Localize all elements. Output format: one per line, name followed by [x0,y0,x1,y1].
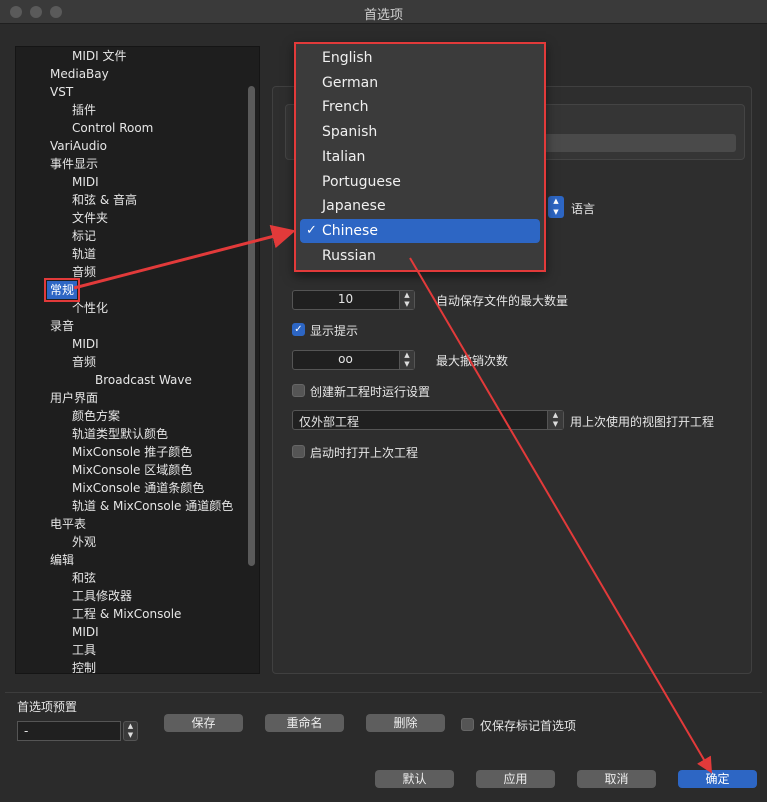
language-option[interactable]: Russian [300,244,540,268]
default-button[interactable]: 默认 [375,770,454,788]
autosave-count-label: 自动保存文件的最大数量 [436,294,569,308]
apply-button[interactable]: 应用 [476,770,555,788]
run-setup-label: 创建新工程时运行设置 [310,385,431,399]
tree-item[interactable]: 和弦 & 音高 [72,191,137,209]
show-tips-checkbox[interactable]: ✓ [292,323,305,336]
open-project-label: 用上次使用的视图打开工程 [570,415,715,429]
tree-item[interactable]: 电平表 [50,515,86,533]
tree-item[interactable]: 轨道 & MixConsole 通道颜色 [72,497,233,515]
tree-item[interactable]: Control Room [72,119,153,137]
save-preset-button[interactable]: 保存 [164,714,243,732]
checkmark-icon: ✓ [306,222,317,238]
preset-select-arrows-icon[interactable]: ▲ ▼ [123,721,138,741]
tree-item[interactable]: 标记 [72,227,96,245]
language-option-label: German [322,74,379,91]
tree-item[interactable]: 工具 [72,641,96,659]
rename-preset-button[interactable]: 重命名 [265,714,344,732]
window-title: 首选项 [363,8,403,23]
language-option[interactable]: English [300,46,540,70]
tree-item[interactable]: 和弦 [72,569,96,587]
max-undo-value: oo [338,352,353,366]
tree-item[interactable]: 文件夹 [72,209,108,227]
language-option[interactable]: ✓ Chinese [300,218,540,243]
tree-item[interactable]: MixConsole 推子颜色 [72,443,192,461]
stepper-arrows-icon[interactable]: ▲ ▼ [399,291,414,309]
cancel-button[interactable]: 取消 [577,770,656,788]
language-option[interactable]: Spanish [300,120,540,144]
only-marked-label: 仅保存标记首选项 [480,719,577,733]
open-last-checkbox[interactable] [292,445,305,458]
run-setup-checkbox[interactable] [292,384,305,397]
tree-item[interactable]: 颜色方案 [72,407,120,425]
open-last-label: 启动时打开上次工程 [310,446,419,460]
language-option[interactable]: German [300,71,540,95]
tree-item[interactable]: 轨道类型默认颜色 [72,425,168,443]
tree-item[interactable]: 常规 [43,278,81,302]
language-option-label: Japanese [322,198,386,215]
tree-item[interactable]: 外观 [72,533,96,551]
tree-item[interactable]: VariAudio [50,137,107,155]
language-dropdown-menu: English German French Spanish Italian Portugu… [294,42,546,272]
tree-item[interactable]: MixConsole 区域颜色 [72,461,192,479]
tree-scrollbar[interactable] [248,86,255,566]
open-project-select[interactable]: 仅外部工程 ▲ ▼ [292,410,564,430]
language-option-label: French [322,99,369,116]
title-bar: 首选项 [0,0,767,24]
only-marked-checkbox[interactable] [461,718,474,731]
max-undo-label: 最大撤销次数 [436,354,509,368]
tree-item[interactable]: 录音 [50,317,74,335]
tree-item[interactable]: MIDI [72,335,99,353]
stepper-arrows-icon[interactable]: ▲ ▼ [399,351,414,369]
tree-item[interactable]: VST [50,83,73,101]
language-option[interactable]: Japanese [300,194,540,218]
language-option-label: English [322,50,373,66]
tree-item[interactable]: 工程 & MixConsole [72,605,181,623]
tree-item[interactable]: 编辑 [50,551,74,569]
language-option-label: Chinese [322,222,378,239]
tree-item[interactable]: MIDI [72,623,99,641]
tree-item[interactable]: 事件显示 [50,155,98,173]
preferences-tree: MIDI 文件 MediaBay VST 插件 Control Room VariAudi… [15,46,260,674]
tree-item[interactable]: 个性化 [72,299,108,317]
select-arrows-icon[interactable]: ▲ ▼ [547,411,563,429]
language-option[interactable]: French [300,95,540,119]
tree-item[interactable]: 轨道 [72,245,96,263]
tree-item[interactable]: Broadcast Wave [95,371,192,389]
show-tips-label: 显示提示 [310,324,359,338]
tree-item[interactable]: MixConsole 通道条颜色 [72,479,204,497]
tree-item[interactable]: 工具修改器 [72,587,132,605]
open-project-value: 仅外部工程 [299,415,360,429]
tree-item[interactable]: 插件 [72,101,96,119]
tree-item[interactable]: 控制 [72,659,96,673]
language-option-label: Portuguese [322,173,401,190]
autosave-count-stepper[interactable]: 10 ▲ ▼ [292,290,415,310]
language-option-label: Italian [322,148,366,165]
language-label: 语言 [571,202,596,216]
tree-item[interactable]: MIDI 文件 [72,47,127,65]
max-undo-stepper[interactable]: oo ▲ ▼ [292,350,415,370]
ok-button[interactable]: 确定 [678,770,757,788]
language-select-arrows[interactable]: ▲ ▼ [548,196,564,218]
tree-item[interactable]: 音频 [72,263,96,281]
tree-item[interactable]: MIDI [72,173,99,191]
language-option[interactable]: Italian [300,145,540,169]
language-option-label: Russian [322,247,376,264]
delete-preset-button[interactable]: 删除 [366,714,445,732]
presets-title: 首选项预置 [17,700,78,714]
language-option[interactable]: Portuguese [300,170,540,194]
language-option-label: Spanish [322,124,378,141]
preset-select-field[interactable]: - [17,721,121,741]
autosave-count-value: 10 [337,292,354,306]
tree-item[interactable]: 音频 [72,353,96,371]
tree-item[interactable]: 用户界面 [50,389,98,407]
tree-item[interactable]: MediaBay [50,65,109,83]
